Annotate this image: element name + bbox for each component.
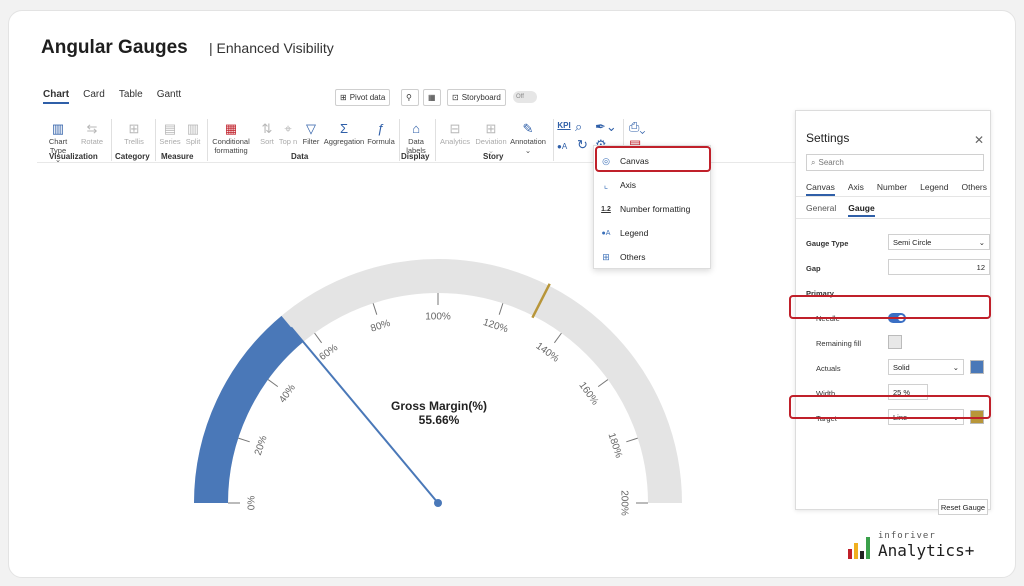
actuals-color-swatch[interactable] (970, 360, 984, 374)
highlight-target (789, 395, 991, 419)
gauge-tick (498, 303, 504, 315)
gauge-tick-label: 60% (317, 342, 340, 363)
gauge-tick-label: 100% (425, 312, 451, 323)
gauge-tick-label: 160% (576, 380, 600, 407)
inforiver-logo: inforiver Analytics+ (848, 531, 974, 560)
settings-tab-axis[interactable]: Axis (848, 182, 864, 196)
highlight-canvas (595, 146, 711, 172)
actuals-label: Actuals (816, 364, 841, 373)
others-icon: ⊞ (602, 251, 610, 262)
gap-label: Gap (806, 264, 821, 273)
gauge-title: Gross Margin(%) 55.66% (390, 399, 487, 427)
gauge-tick-label: 120% (482, 317, 510, 335)
menu-item-legend[interactable]: ●A Legend (600, 224, 706, 242)
gauge-tick (238, 437, 250, 443)
gauge-type-label: Gauge Type (806, 239, 849, 248)
settings-tabs: Canvas Axis Number Legend Others (806, 182, 987, 196)
actuals-select[interactable]: Solid ⌄ (888, 359, 964, 375)
settings-search-input[interactable]: ⌕ Search (806, 154, 984, 171)
settings-tab-others[interactable]: Others (962, 182, 988, 196)
logo-text-top: inforiver (878, 531, 936, 541)
chevron-down-icon: ⌄ (978, 237, 985, 247)
gauge-tick (372, 303, 378, 315)
legend-icon: ●A (601, 229, 611, 237)
gauge-track (194, 259, 682, 504)
menu-item-axis[interactable]: ⌞ Axis (600, 176, 706, 194)
reset-gauge-button[interactable]: Reset Gauge (938, 499, 988, 515)
subtab-gauge[interactable]: Gauge (848, 203, 875, 217)
search-icon: ⌕ (811, 157, 816, 167)
settings-tab-canvas[interactable]: Canvas (806, 182, 835, 196)
chevron-down-icon: ⌄ (952, 362, 959, 372)
gauge-needle-hub (434, 499, 442, 507)
gauge-tick (267, 379, 279, 388)
gauge-type-select[interactable]: Semi Circle ⌄ (888, 234, 990, 250)
logo-bars-icon (848, 533, 870, 559)
slide-frame: Angular Gauges | Enhanced Visibility Cha… (8, 10, 1016, 578)
menu-item-number-formatting[interactable]: 1.2 Number formatting (600, 200, 706, 218)
logo-text-bottom: Analytics+ (878, 541, 975, 560)
subtab-general[interactable]: General (806, 203, 836, 217)
gauge-tick-label: 180% (606, 432, 624, 460)
settings-tab-number[interactable]: Number (877, 182, 907, 196)
gauge-tick-label: 0% (247, 496, 258, 511)
gauge-tick (553, 332, 562, 344)
axis-icon: ⌞ (603, 179, 609, 190)
gauge-tick (314, 332, 323, 344)
number-format-icon: 1.2 (601, 205, 611, 213)
settings-title: Settings (806, 131, 850, 145)
close-icon[interactable]: ✕ (974, 133, 984, 147)
remaining-fill-swatch[interactable] (888, 335, 902, 349)
gauge-tick (626, 437, 638, 443)
menu-item-others[interactable]: ⊞ Others (600, 248, 706, 266)
gauge-tick-label: 40% (277, 382, 298, 405)
gauge-tick-label: 200% (618, 490, 629, 516)
gap-input[interactable]: 12 (888, 259, 990, 275)
highlight-needle (789, 295, 991, 319)
gauge-tick-label: 20% (253, 434, 270, 457)
gauge-tick-label: 140% (534, 341, 561, 365)
settings-tab-legend[interactable]: Legend (920, 182, 948, 196)
gauge-tick-label: 80% (369, 318, 392, 335)
remaining-fill-label: Remaining fill (816, 339, 862, 348)
gauge-tick (597, 379, 609, 388)
settings-subtabs: General Gauge (806, 203, 875, 217)
gauge-actual-fill (194, 315, 304, 504)
